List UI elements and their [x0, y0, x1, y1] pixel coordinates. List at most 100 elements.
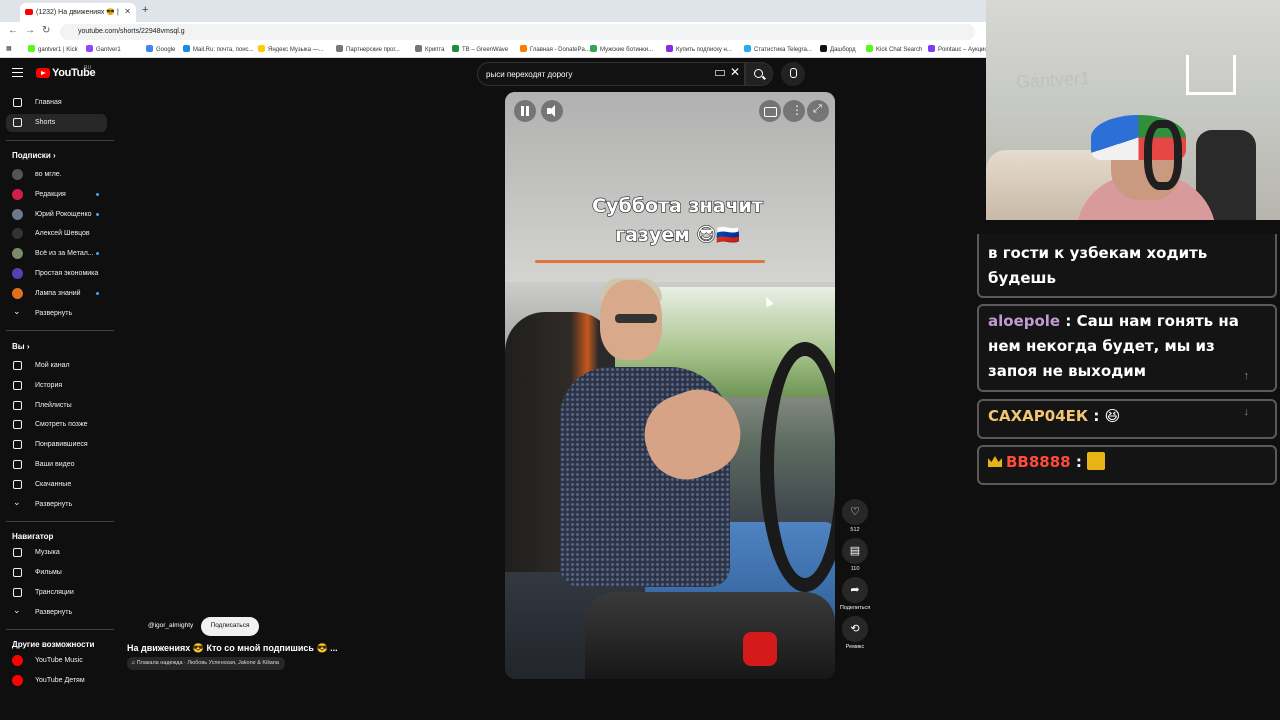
bookmark-item[interactable]: Mail.Ru: почта, поис...: [183, 45, 254, 53]
comment-count: 110: [850, 566, 860, 572]
bookmarks-bar: ▦ gantver1 | Kick Gantver1 Google Mail.Ru: …: [0, 42, 993, 58]
shorts-video-player[interactable]: Суббота значит газуем 😎🇷🇺: [505, 92, 835, 679]
bookmark-item[interactable]: Google: [146, 45, 175, 53]
sidebar-item-you[interactable]: Скачанные: [6, 476, 107, 494]
new-tab-icon[interactable]: +: [142, 4, 148, 16]
browser-tab-youtube[interactable]: (1232) На движениях 😎 | ✕: [20, 3, 136, 22]
remix-button[interactable]: ⟲: [842, 616, 868, 642]
bookmark-item[interactable]: TB – GreenWave: [452, 45, 508, 53]
scroll-up-icon[interactable]: ↑: [1244, 370, 1250, 382]
sidebar-item-you[interactable]: Смотреть позже: [6, 416, 107, 434]
subscriptions-heading[interactable]: Подписки ›: [12, 151, 56, 160]
more-options-icon[interactable]: [783, 100, 805, 122]
address-bar[interactable]: youtube.com/shorts/22948vmsql.g: [60, 24, 975, 40]
video-title[interactable]: На движениях 😎 Кто со мной подпишись 😎 .…: [127, 643, 338, 654]
sidebar-item-nav[interactable]: Фильмы: [6, 564, 107, 582]
playlists-icon: [13, 400, 22, 410]
bookmark-item[interactable]: Крипта: [415, 45, 444, 53]
youtube-logo-icon[interactable]: [36, 68, 50, 78]
sidebar-item-you[interactable]: Ваши видео: [6, 456, 107, 474]
bookmark-item[interactable]: gantver1 | Kick: [28, 45, 78, 53]
chat-username: aloepole: [988, 312, 1061, 330]
sidebar-item-you[interactable]: Понравившиеся: [6, 436, 107, 454]
sidebar-item-label: Алексей Шевцов: [35, 230, 90, 238]
forward-icon[interactable]: →: [25, 25, 35, 36]
sidebar-item-other[interactable]: YouTube Music: [6, 652, 107, 670]
sidebar-item-nav[interactable]: Трансляции: [6, 584, 107, 602]
fullscreen-icon[interactable]: [807, 100, 829, 122]
bookmark-item[interactable]: Купить подписку н...: [666, 45, 732, 53]
channel-avatar-icon: [12, 188, 23, 200]
remix-icon: ⟲: [850, 623, 860, 635]
bookmark-item[interactable]: Статистика Telegra...: [744, 45, 812, 53]
you-heading[interactable]: Вы ›: [12, 342, 30, 351]
bookmark-label: Яндекс Музыка —...: [268, 47, 324, 53]
subscription-item[interactable]: Редакция: [6, 186, 107, 204]
subscription-item[interactable]: Лампа знаний: [6, 285, 107, 303]
chevron-right-icon: ›: [24, 342, 30, 351]
pause-icon[interactable]: [514, 100, 536, 122]
you-expand-button[interactable]: ⌄ Развернуть: [6, 496, 107, 514]
sidebar-item-label: Ваши видео: [35, 461, 75, 468]
back-icon[interactable]: ←: [8, 25, 18, 36]
new-content-dot: [96, 291, 99, 295]
sidebar-item-you[interactable]: Мой канал: [6, 357, 107, 375]
sidebar-item-label: YouTube Music: [35, 657, 83, 664]
search-button[interactable]: [745, 62, 773, 86]
share-button[interactable]: ➦: [842, 577, 868, 603]
bookmark-item[interactable]: Яндекс Музыка —...: [258, 45, 324, 53]
shorts-icon: [13, 118, 22, 127]
bookmark-item[interactable]: Главная - DonatePa...: [520, 45, 590, 53]
bookmark-item[interactable]: Pointauc – Аукцио...: [928, 45, 993, 53]
apps-icon[interactable]: ▦: [6, 45, 12, 52]
keyboard-icon[interactable]: [715, 70, 725, 76]
subs-expand-button[interactable]: ⌄ Развернуть: [6, 305, 107, 323]
sidebar-item-label: Смотреть позже: [35, 421, 88, 429]
youtube-music-icon: [12, 655, 23, 666]
like-button[interactable]: ♡: [842, 499, 868, 525]
sidebar-item-nav[interactable]: Музыка: [6, 544, 107, 562]
music-pill[interactable]: ♫ Плакала надежда · Любовь Успенская, Ja…: [127, 657, 285, 670]
bookmark-item[interactable]: Мужские ботинки...: [590, 45, 653, 53]
nav-expand-button[interactable]: ⌄ Развернуть: [6, 604, 107, 622]
subscription-item[interactable]: Простая экономика: [6, 265, 107, 283]
voice-search-icon[interactable]: [781, 62, 805, 86]
sidebar-item-you[interactable]: История: [6, 377, 107, 395]
comments-button[interactable]: ▤: [842, 538, 868, 564]
search-input[interactable]: рыси переходят дорогу: [477, 62, 745, 86]
bookmark-label: Купить подписку н...: [676, 47, 732, 53]
tab-close-icon[interactable]: ✕: [124, 7, 131, 16]
bookmark-item[interactable]: Дашборд: [820, 45, 856, 53]
subscription-item[interactable]: Юрий Рокощенко: [6, 206, 107, 224]
other-features-heading[interactable]: Другие возможности: [12, 640, 94, 649]
navigator-heading[interactable]: Навигатор: [12, 532, 53, 541]
sidebar-divider: [6, 330, 114, 331]
bookmark-item[interactable]: Партнерские прог...: [336, 45, 400, 53]
sidebar-item-you[interactable]: Плейлисты: [6, 397, 107, 415]
channel-handle[interactable]: @igor_almighty: [148, 622, 193, 629]
subscription-item[interactable]: Всё из за Метал...: [6, 245, 107, 263]
bookmark-favicon-icon: [820, 45, 827, 52]
new-content-dot: [96, 192, 99, 196]
chat-message: САХАР04ЕК : 😆: [977, 399, 1277, 439]
browser-menu-icon[interactable]: [3, 4, 15, 16]
reload-icon[interactable]: ↻: [42, 25, 50, 36]
subscription-item[interactable]: Алексей Шевцов: [6, 225, 107, 243]
sidebar-item-shorts[interactable]: Shorts: [6, 114, 107, 132]
bookmark-item[interactable]: Kick Chat Search: [866, 45, 922, 53]
subscribe-button[interactable]: Подписаться: [201, 617, 259, 636]
scroll-down-icon[interactable]: ↓: [1244, 406, 1250, 418]
sidebar-item-home[interactable]: Главная: [6, 94, 107, 112]
bookmark-favicon-icon: [28, 45, 35, 52]
subscription-item[interactable]: во мгле.: [6, 166, 107, 184]
chat-emote: 😆: [1104, 407, 1121, 425]
chat-username: BB8888: [1006, 453, 1071, 471]
bookmark-item[interactable]: Gantver1: [86, 45, 121, 53]
clear-search-icon[interactable]: ✕: [730, 65, 740, 79]
sidebar-item-label: Фильмы: [35, 568, 62, 576]
menu-hamburger-icon[interactable]: [12, 68, 23, 77]
bookmark-label: gantver1 | Kick: [38, 47, 78, 53]
volume-icon[interactable]: [541, 100, 563, 122]
sidebar-item-other[interactable]: YouTube Детям: [6, 672, 107, 690]
captions-icon[interactable]: [759, 100, 781, 122]
